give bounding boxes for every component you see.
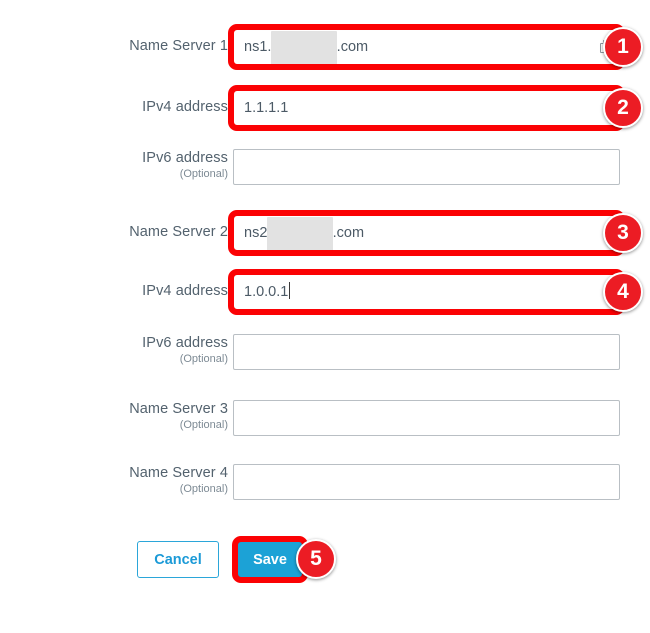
annotation-badge-4: 4 — [603, 272, 643, 312]
ipv4-address-2-input[interactable] — [233, 274, 620, 310]
label-ipv4-address-2: IPv4 address — [0, 283, 228, 300]
field-wrap-ipv6-address-1 — [233, 149, 620, 185]
form-row-name-server-3: Name Server 3 (Optional) — [0, 400, 650, 436]
form-row-ipv4-address-2: IPv4 address 1.0.0.1 — [0, 274, 650, 310]
label-ipv6-address-1: IPv6 address (Optional) — [0, 150, 228, 180]
label-name-server-4: Name Server 4 (Optional) — [0, 465, 228, 495]
name-server-2-input[interactable] — [233, 215, 620, 251]
label-text: Name Server 1 — [129, 38, 228, 54]
label-text: Name Server 2 — [129, 224, 228, 240]
ipv6-address-1-input[interactable] — [233, 149, 620, 185]
annotation-badge-2: 2 — [603, 88, 643, 128]
name-server-1-input[interactable] — [233, 29, 620, 65]
label-optional-note: (Optional) — [179, 352, 228, 365]
label-optional-note: (Optional) — [179, 167, 228, 180]
label-text: IPv4 address — [142, 99, 228, 115]
name-server-3-input[interactable] — [233, 400, 620, 436]
field-wrap-name-server-3 — [233, 400, 620, 436]
form-row-name-server-4: Name Server 4 (Optional) — [0, 464, 650, 500]
field-wrap-name-server-4 — [233, 464, 620, 500]
field-wrap-ipv6-address-2 — [233, 334, 620, 370]
label-text: IPv6 address — [142, 150, 228, 166]
cancel-button[interactable]: Cancel — [137, 541, 219, 578]
ipv4-address-1-input[interactable] — [233, 90, 620, 126]
name-server-4-input[interactable] — [233, 464, 620, 500]
annotation-badge-1: 1 — [603, 27, 643, 67]
label-optional-note: (Optional) — [179, 482, 228, 495]
label-text: IPv6 address — [142, 335, 228, 351]
nameserver-settings-form: Name Server 1 ns1.xxxxxxxxx.com IPv4 add… — [0, 0, 650, 633]
field-wrap-name-server-1: ns1.xxxxxxxxx.com — [233, 29, 620, 67]
label-ipv6-address-2: IPv6 address (Optional) — [0, 335, 228, 365]
form-row-ipv4-address-1: IPv4 address 1.1.1.1 — [0, 90, 650, 126]
ipv6-address-2-input[interactable] — [233, 334, 620, 370]
label-name-server-2: Name Server 2 — [0, 224, 228, 241]
label-text: IPv4 address — [142, 283, 228, 299]
save-button[interactable]: Save — [237, 541, 303, 578]
label-optional-note: (Optional) — [179, 418, 228, 431]
annotation-badge-5: 5 — [296, 539, 336, 579]
form-row-ipv6-address-2: IPv6 address (Optional) — [0, 334, 650, 370]
field-wrap-ipv4-address-2: 1.0.0.1 — [233, 274, 620, 310]
form-row-name-server-1: Name Server 1 ns1.xxxxxxxxx.com — [0, 29, 650, 67]
field-wrap-ipv4-address-1: 1.1.1.1 — [233, 90, 620, 126]
form-row-ipv6-address-1: IPv6 address (Optional) — [0, 149, 650, 185]
field-wrap-name-server-2: ns2xxxxxxxxx.com — [233, 215, 620, 253]
label-ipv4-address-1: IPv4 address — [0, 99, 228, 116]
form-row-name-server-2: Name Server 2 ns2xxxxxxxxx.com — [0, 215, 650, 253]
label-name-server-3: Name Server 3 (Optional) — [0, 401, 228, 431]
annotation-badge-3: 3 — [603, 213, 643, 253]
label-text: Name Server 4 — [129, 465, 228, 481]
label-text: Name Server 3 — [129, 401, 228, 417]
label-name-server-1: Name Server 1 — [0, 38, 228, 55]
